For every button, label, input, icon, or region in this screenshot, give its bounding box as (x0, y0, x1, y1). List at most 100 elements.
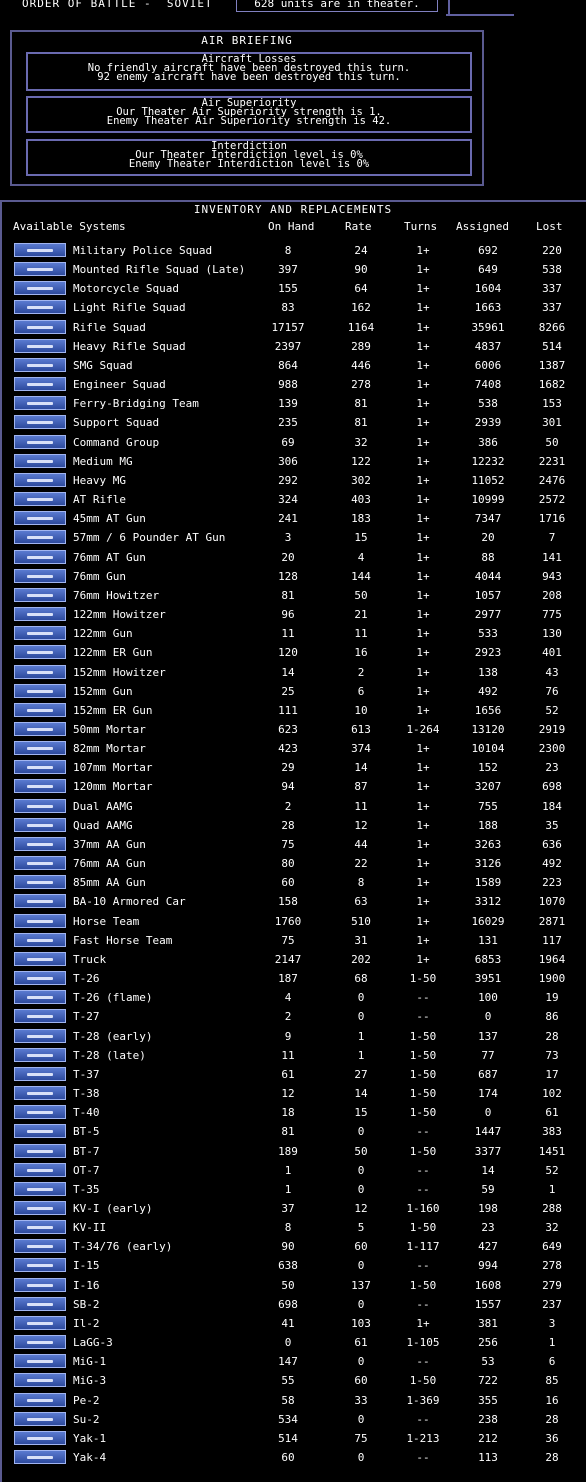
aircraft-icon[interactable] (14, 1297, 66, 1311)
table-row[interactable]: Engineer Squad 988 278 1+ 7408 1682 (0, 375, 586, 394)
tank-icon[interactable] (14, 1124, 66, 1138)
mortar-icon[interactable] (14, 779, 66, 793)
table-row[interactable]: 50mm Mortar 623 613 1-264 13120 2919 (0, 720, 586, 739)
tank-icon[interactable] (14, 1029, 66, 1043)
table-row[interactable]: T-35 1 0 -- 59 1 (0, 1180, 586, 1199)
table-row[interactable]: 122mm Gun 11 11 1+ 533 130 (0, 624, 586, 643)
table-row[interactable]: KV-I (early) 37 12 1-160 198 288 (0, 1199, 586, 1218)
table-row[interactable]: Il-2 41 103 1+ 381 3 (0, 1314, 586, 1333)
table-row[interactable]: Support Squad 235 81 1+ 2939 301 (0, 413, 586, 432)
aircraft-icon[interactable] (14, 1354, 66, 1368)
tank-icon[interactable] (14, 1144, 66, 1158)
mortar-icon[interactable] (14, 760, 66, 774)
table-row[interactable]: T-38 12 14 1-50 174 102 (0, 1084, 586, 1103)
table-row[interactable]: T-28 (early) 9 1 1-50 137 28 (0, 1027, 586, 1046)
table-row[interactable]: 76mm Gun 128 144 1+ 4044 943 (0, 567, 586, 586)
table-row[interactable]: 107mm Mortar 29 14 1+ 152 23 (0, 758, 586, 777)
mortar-icon[interactable] (14, 741, 66, 755)
table-row[interactable]: 45mm AT Gun 241 183 1+ 7347 1716 (0, 509, 586, 528)
field-gun-icon[interactable] (14, 645, 66, 659)
table-row[interactable]: Quad AAMG 28 12 1+ 188 35 (0, 816, 586, 835)
table-row[interactable]: Su-2 534 0 -- 238 28 (0, 1410, 586, 1429)
at-gun-icon[interactable] (14, 550, 66, 564)
table-row[interactable]: T-28 (late) 11 1 1-50 77 73 (0, 1046, 586, 1065)
machine-gun-icon[interactable] (14, 454, 66, 468)
table-row[interactable]: 57mm / 6 Pounder AT Gun 3 15 1+ 20 7 (0, 528, 586, 547)
table-row[interactable]: KV-II 8 5 1-50 23 32 (0, 1218, 586, 1237)
aircraft-icon[interactable] (14, 1278, 66, 1292)
table-row[interactable]: T-34/76 (early) 90 60 1-117 427 649 (0, 1237, 586, 1256)
table-row[interactable]: 82mm Mortar 423 374 1+ 10104 2300 (0, 739, 586, 758)
table-row[interactable]: 120mm Mortar 94 87 1+ 3207 698 (0, 777, 586, 796)
tank-icon[interactable] (14, 1048, 66, 1062)
rifle-icon[interactable] (14, 320, 66, 334)
table-row[interactable]: BT-7 189 50 1-50 3377 1451 (0, 1142, 586, 1161)
table-row[interactable]: 76mm Howitzer 81 50 1+ 1057 208 (0, 586, 586, 605)
table-row[interactable]: BT-5 81 0 -- 1447 383 (0, 1122, 586, 1141)
table-row[interactable]: I-15 638 0 -- 994 278 (0, 1256, 586, 1275)
aa-gun-icon[interactable] (14, 837, 66, 851)
armored-car-icon[interactable] (14, 894, 66, 908)
smg-icon[interactable] (14, 358, 66, 372)
heavy-tank-icon[interactable] (14, 1220, 66, 1234)
aircraft-icon[interactable] (14, 1335, 66, 1349)
table-row[interactable]: Mounted Rifle Squad (Late) 397 90 1+ 649 538 (0, 260, 586, 279)
field-gun-icon[interactable] (14, 626, 66, 640)
machine-gun-icon[interactable] (14, 473, 66, 487)
table-row[interactable]: 122mm Howitzer 96 21 1+ 2977 775 (0, 605, 586, 624)
table-row[interactable]: 85mm AA Gun 60 8 1+ 1589 223 (0, 873, 586, 892)
table-row[interactable]: T-26 (flame) 4 0 -- 100 19 (0, 988, 586, 1007)
field-gun-icon[interactable] (14, 703, 66, 717)
table-row[interactable]: SB-2 698 0 -- 1557 237 (0, 1295, 586, 1314)
aircraft-icon[interactable] (14, 1316, 66, 1330)
table-row[interactable]: Fast Horse Team 75 31 1+ 131 117 (0, 931, 586, 950)
table-row[interactable]: SMG Squad 864 446 1+ 6006 1387 (0, 356, 586, 375)
table-row[interactable]: Motorcycle Squad 155 64 1+ 1604 337 (0, 279, 586, 298)
aa-mg-icon[interactable] (14, 799, 66, 813)
table-row[interactable]: OT-7 1 0 -- 14 52 (0, 1161, 586, 1180)
aircraft-icon[interactable] (14, 1450, 66, 1464)
mortar-icon[interactable] (14, 722, 66, 736)
tank-icon[interactable] (14, 1067, 66, 1081)
rifle-icon[interactable] (14, 300, 66, 314)
table-row[interactable]: 76mm AA Gun 80 22 1+ 3126 492 (0, 854, 586, 873)
table-row[interactable]: MiG-3 55 60 1-50 722 85 (0, 1371, 586, 1390)
engineer-icon[interactable] (14, 377, 66, 391)
table-row[interactable]: BA-10 Armored Car 158 63 1+ 3312 1070 (0, 892, 586, 911)
aircraft-icon[interactable] (14, 1431, 66, 1445)
cavalry-icon[interactable] (14, 262, 66, 276)
table-row[interactable]: Horse Team 1760 510 1+ 16029 2871 (0, 912, 586, 931)
tank-icon[interactable] (14, 971, 66, 985)
motorcycle-icon[interactable] (14, 281, 66, 295)
truck-icon[interactable] (14, 952, 66, 966)
table-row[interactable]: Yak-1 514 75 1-213 212 36 (0, 1429, 586, 1448)
field-gun-icon[interactable] (14, 569, 66, 583)
table-row[interactable]: I-16 50 137 1-50 1608 279 (0, 1276, 586, 1295)
heavy-tank-icon[interactable] (14, 1182, 66, 1196)
horse-icon[interactable] (14, 933, 66, 947)
howitzer-icon[interactable] (14, 588, 66, 602)
support-icon[interactable] (14, 415, 66, 429)
table-row[interactable]: 122mm ER Gun 120 16 1+ 2923 401 (0, 643, 586, 662)
table-row[interactable]: Heavy MG 292 302 1+ 11052 2476 (0, 471, 586, 490)
table-row[interactable]: Rifle Squad 17157 1164 1+ 35961 8266 (0, 318, 586, 337)
tank-icon[interactable] (14, 1086, 66, 1100)
aa-gun-icon[interactable] (14, 875, 66, 889)
tank-icon[interactable] (14, 990, 66, 1004)
table-row[interactable]: 76mm AT Gun 20 4 1+ 88 141 (0, 548, 586, 567)
table-row[interactable]: Yak-4 60 0 -- 113 28 (0, 1448, 586, 1467)
table-row[interactable]: 152mm Howitzer 14 2 1+ 138 43 (0, 663, 586, 682)
aircraft-icon[interactable] (14, 1412, 66, 1426)
table-row[interactable]: T-27 2 0 -- 0 86 (0, 1007, 586, 1026)
table-row[interactable]: 37mm AA Gun 75 44 1+ 3263 636 (0, 835, 586, 854)
table-row[interactable]: Military Police Squad 8 24 1+ 692 220 (0, 241, 586, 260)
howitzer-icon[interactable] (14, 665, 66, 679)
table-row[interactable]: Pe-2 58 33 1-369 355 16 (0, 1391, 586, 1410)
table-row[interactable]: T-26 187 68 1-50 3951 1900 (0, 969, 586, 988)
heavy-tank-icon[interactable] (14, 1201, 66, 1215)
command-icon[interactable] (14, 435, 66, 449)
table-row[interactable]: Truck 2147 202 1+ 6853 1964 (0, 950, 586, 969)
howitzer-icon[interactable] (14, 607, 66, 621)
tank-icon[interactable] (14, 1105, 66, 1119)
table-row[interactable]: T-40 18 15 1-50 0 61 (0, 1103, 586, 1122)
